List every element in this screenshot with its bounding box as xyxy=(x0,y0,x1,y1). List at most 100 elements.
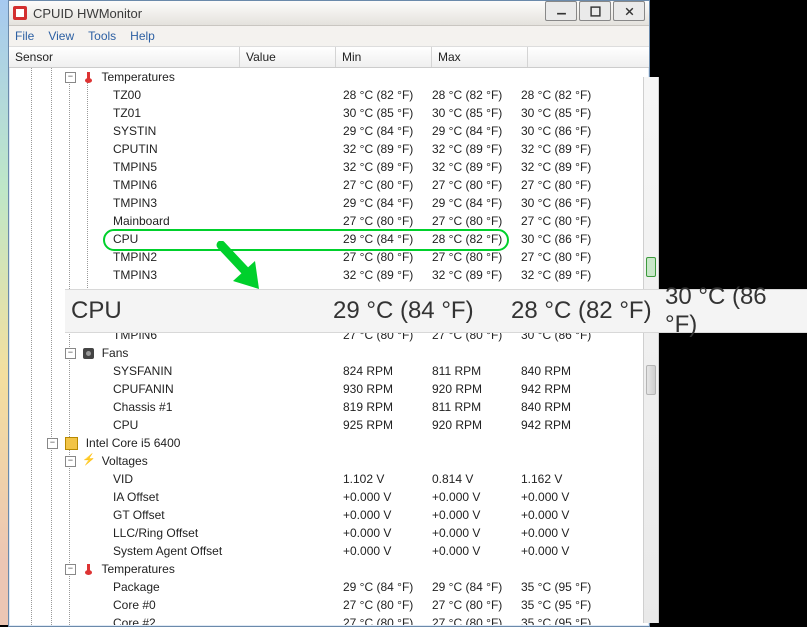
sensor-max: 840 RPM xyxy=(521,364,610,378)
scroll-thumb[interactable] xyxy=(646,257,656,277)
table-row[interactable]: CPU29 °C (84 °F)28 °C (82 °F)30 °C (86 °… xyxy=(9,230,649,248)
menu-file[interactable]: File xyxy=(15,29,34,43)
table-row[interactable]: TMPIN627 °C (80 °F)27 °C (80 °F)27 °C (8… xyxy=(9,176,649,194)
callout-min: 28 °C (82 °F) xyxy=(511,297,665,325)
sensor-name: TMPIN2 xyxy=(113,250,157,264)
table-row[interactable]: TMPIN332 °C (89 °F)32 °C (89 °F)32 °C (8… xyxy=(9,266,649,284)
maximize-button[interactable] xyxy=(579,1,611,21)
collapse-icon[interactable]: − xyxy=(65,72,76,83)
table-row[interactable]: TMPIN532 °C (89 °F)32 °C (89 °F)32 °C (8… xyxy=(9,158,649,176)
sensor-name: SYSFANIN xyxy=(113,364,172,378)
callout-max: 30 °C (86 °F) xyxy=(665,283,805,339)
table-row[interactable]: SYSTIN29 °C (84 °F)29 °C (84 °F)30 °C (8… xyxy=(9,122,649,140)
table-row[interactable]: System Agent Offset+0.000 V+0.000 V+0.00… xyxy=(9,542,649,560)
sensor-name: Chassis #1 xyxy=(113,400,172,414)
collapse-icon[interactable]: − xyxy=(65,564,76,575)
tree-node-cpu-temps[interactable]: − Temperatures xyxy=(9,560,649,578)
menu-view[interactable]: View xyxy=(48,29,74,43)
sensor-max: 27 °C (80 °F) xyxy=(521,250,610,264)
collapse-icon[interactable]: − xyxy=(65,348,76,359)
sensor-min: 811 RPM xyxy=(432,400,521,414)
table-row[interactable]: LLC/Ring Offset+0.000 V+0.000 V+0.000 V xyxy=(9,524,649,542)
table-row[interactable]: Package29 °C (84 °F)29 °C (84 °F)35 °C (… xyxy=(9,578,649,596)
table-row[interactable]: CPUTIN32 °C (89 °F)32 °C (89 °F)32 °C (8… xyxy=(9,140,649,158)
tree-node-voltages[interactable]: − Voltages xyxy=(9,452,649,470)
window-title: CPUID HWMonitor xyxy=(33,6,142,21)
sensor-max: 35 °C (95 °F) xyxy=(521,616,610,625)
table-row[interactable]: Core #027 °C (80 °F)27 °C (80 °F)35 °C (… xyxy=(9,596,649,614)
sensor-value: 824 RPM xyxy=(343,364,432,378)
sensor-max: 30 °C (86 °F) xyxy=(521,196,610,210)
table-row[interactable]: IA Offset+0.000 V+0.000 V+0.000 V xyxy=(9,488,649,506)
sensor-name: CPU xyxy=(113,418,138,432)
sensor-min: 30 °C (85 °F) xyxy=(432,106,521,120)
sensor-max: 32 °C (89 °F) xyxy=(521,268,610,282)
sensor-min: 29 °C (84 °F) xyxy=(432,124,521,138)
col-sensor[interactable]: Sensor xyxy=(9,47,240,67)
menu-bar: File View Tools Help xyxy=(9,26,649,47)
sensor-value: 27 °C (80 °F) xyxy=(343,178,432,192)
callout-name: CPU xyxy=(65,297,333,325)
menu-help[interactable]: Help xyxy=(130,29,155,43)
sensor-name: TZ00 xyxy=(113,88,141,102)
sensor-min: 29 °C (84 °F) xyxy=(432,196,521,210)
collapse-icon[interactable]: − xyxy=(47,438,58,449)
sensor-min: 27 °C (80 °F) xyxy=(432,616,521,625)
sensor-value: 925 RPM xyxy=(343,418,432,432)
table-row[interactable]: VID1.102 V0.814 V1.162 V xyxy=(9,470,649,488)
table-row[interactable]: Chassis #1819 RPM811 RPM840 RPM xyxy=(9,398,649,416)
sensor-name: CPU xyxy=(113,232,138,246)
sensor-max: 28 °C (82 °F) xyxy=(521,88,610,102)
desktop-edge xyxy=(0,0,8,625)
tree-node-fans[interactable]: − Fans xyxy=(9,344,649,362)
sensor-value: 29 °C (84 °F) xyxy=(343,196,432,210)
table-row[interactable]: Core #227 °C (80 °F)27 °C (80 °F)35 °C (… xyxy=(9,614,649,625)
sensor-max: 942 RPM xyxy=(521,418,610,432)
sensor-min: 32 °C (89 °F) xyxy=(432,142,521,156)
node-label: Temperatures xyxy=(101,70,174,84)
title-bar[interactable]: CPUID HWMonitor xyxy=(9,1,649,26)
sensor-min: 29 °C (84 °F) xyxy=(432,580,521,594)
sensor-max: 35 °C (95 °F) xyxy=(521,598,610,612)
table-row[interactable]: CPUFANIN930 RPM920 RPM942 RPM xyxy=(9,380,649,398)
sensor-min: +0.000 V xyxy=(432,490,521,504)
fan-icon xyxy=(83,348,94,359)
table-row[interactable]: SYSFANIN824 RPM811 RPM840 RPM xyxy=(9,362,649,380)
table-row[interactable]: TMPIN329 °C (84 °F)29 °C (84 °F)30 °C (8… xyxy=(9,194,649,212)
node-label: Temperatures xyxy=(101,562,174,576)
table-row[interactable]: Mainboard27 °C (80 °F)27 °C (80 °F)27 °C… xyxy=(9,212,649,230)
minimize-button[interactable] xyxy=(545,1,577,21)
sensor-min: 0.814 V xyxy=(432,472,521,486)
table-row[interactable]: TZ0130 °C (85 °F)30 °C (85 °F)30 °C (85 … xyxy=(9,104,649,122)
scroll-thumb[interactable] xyxy=(646,365,656,395)
sensor-value: 32 °C (89 °F) xyxy=(343,268,432,282)
sensor-value: 32 °C (89 °F) xyxy=(343,142,432,156)
table-row[interactable]: TMPIN227 °C (80 °F)27 °C (80 °F)27 °C (8… xyxy=(9,248,649,266)
sensor-min: +0.000 V xyxy=(432,508,521,522)
sensor-max: 30 °C (85 °F) xyxy=(521,106,610,120)
col-min[interactable]: Min xyxy=(336,47,432,67)
sensor-tree[interactable]: − Temperatures TZ0028 °C (82 °F)28 °C (8… xyxy=(9,68,649,625)
menu-tools[interactable]: Tools xyxy=(88,29,116,43)
sensor-max: 35 °C (95 °F) xyxy=(521,580,610,594)
column-header: Sensor Value Min Max xyxy=(9,47,649,68)
sensor-value: 1.102 V xyxy=(343,472,432,486)
table-row[interactable]: TZ0028 °C (82 °F)28 °C (82 °F)28 °C (82 … xyxy=(9,86,649,104)
tree-node-cpu[interactable]: − Intel Core i5 6400 xyxy=(9,434,649,452)
sensor-max: 30 °C (86 °F) xyxy=(521,124,610,138)
scrollbar[interactable] xyxy=(643,77,659,623)
col-max[interactable]: Max xyxy=(432,47,528,67)
sensor-min: +0.000 V xyxy=(432,526,521,540)
sensor-name: SYSTIN xyxy=(113,124,156,138)
collapse-icon[interactable]: − xyxy=(65,456,76,467)
table-row[interactable]: GT Offset+0.000 V+0.000 V+0.000 V xyxy=(9,506,649,524)
col-value[interactable]: Value xyxy=(240,47,336,67)
sensor-value: 27 °C (80 °F) xyxy=(343,598,432,612)
close-button[interactable] xyxy=(613,1,645,21)
sensor-value: 27 °C (80 °F) xyxy=(343,214,432,228)
sensor-value: +0.000 V xyxy=(343,490,432,504)
tree-node-temperatures[interactable]: − Temperatures xyxy=(9,68,649,86)
sensor-value: +0.000 V xyxy=(343,544,432,558)
table-row[interactable]: CPU925 RPM920 RPM942 RPM xyxy=(9,416,649,434)
sensor-value: +0.000 V xyxy=(343,526,432,540)
